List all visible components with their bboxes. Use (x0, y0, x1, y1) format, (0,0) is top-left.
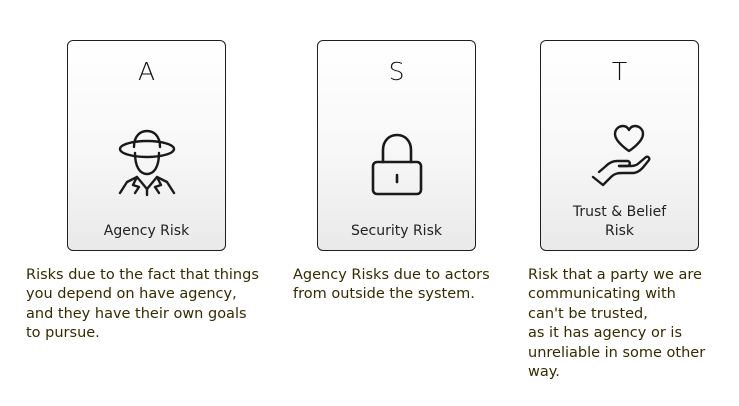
card-title: Agency Risk (68, 222, 225, 241)
description-line: can't be trusted, (528, 305, 648, 322)
padlock-icon (367, 132, 427, 202)
agency-risk-description: Risks due to the fact that things you de… (26, 266, 259, 344)
description-line: as it has agency or is (528, 325, 682, 342)
card-title-line: Agency Risk (103, 223, 190, 239)
description-line: unreliable in some other (528, 344, 706, 361)
card-letter: T (611, 57, 628, 86)
card-letter: A (137, 57, 156, 86)
agency-risk-card: A Agency Risk (67, 40, 226, 251)
trust-belief-risk-description: Risk that a party we are communicating w… (528, 266, 705, 382)
spy-agent-icon (110, 127, 184, 203)
description-line: Agency Risks due to actors (293, 267, 490, 283)
card-title: Trust & Belief Risk (541, 203, 698, 241)
card-title: Security Risk (318, 222, 475, 241)
description-line: and they have their own goals (26, 305, 247, 322)
card-letter: S (388, 57, 405, 86)
heart-in-hand-icon (587, 123, 653, 193)
security-risk-card: S Security Risk (317, 40, 476, 251)
description-line: you depend on have agency, (26, 286, 237, 303)
description-line: way. (528, 364, 560, 381)
security-risk-description: Agency Risks due to actors from outside … (293, 266, 490, 305)
description-line: Risks due to the fact that things (26, 267, 259, 283)
card-title-line: Trust & Belief (572, 204, 667, 220)
card-title-line: Security Risk (351, 223, 442, 239)
card-title-line: Risk (604, 223, 635, 239)
trust-belief-risk-card: T Trust & Belief Risk (540, 40, 699, 251)
description-line: from outside the system. (293, 286, 475, 303)
description-line: communicating with (528, 286, 676, 303)
description-line: to pursue. (26, 325, 100, 342)
description-line: Risk that a party we are (528, 267, 702, 283)
